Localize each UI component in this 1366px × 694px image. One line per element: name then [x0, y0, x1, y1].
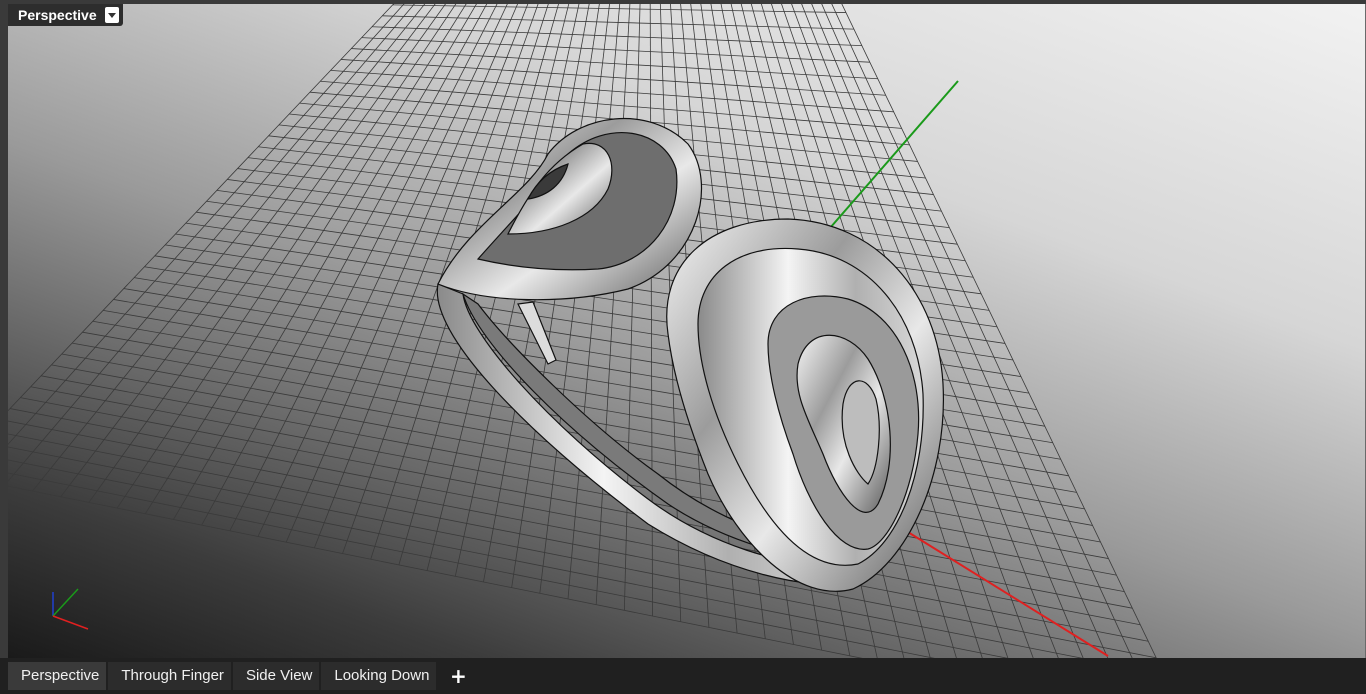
add-tab-button[interactable]: +	[444, 662, 472, 690]
viewport-title[interactable]: Perspective	[8, 4, 123, 26]
perspective-viewport[interactable]: Perspective	[8, 4, 1366, 658]
grid-line	[32, 4, 426, 492]
grid-line	[201, 4, 488, 526]
grid-line	[88, 4, 446, 503]
construction-grid	[8, 4, 1157, 658]
app-frame: Perspective Perspective Through Finger S…	[0, 0, 1366, 694]
grid-line	[595, 4, 631, 605]
ring-model[interactable]	[436, 117, 945, 592]
viewport-tab-bar: Perspective Through Finger Side View Loo…	[0, 658, 1366, 694]
x-axis-line	[902, 528, 1109, 657]
scene-canvas[interactable]	[8, 4, 1366, 658]
grid-line	[60, 4, 436, 497]
tab-side-view[interactable]: Side View	[232, 662, 320, 690]
viewport-title-label: Perspective	[18, 7, 97, 23]
tab-through-finger[interactable]: Through Finger	[108, 662, 231, 690]
world-axes-icon	[52, 588, 89, 630]
grid-line	[144, 4, 467, 514]
grid-line	[8, 4, 395, 412]
tab-looking-down[interactable]: Looking Down	[321, 662, 437, 690]
tab-perspective[interactable]: Perspective	[8, 662, 107, 690]
grid-line	[8, 4, 415, 482]
chevron-down-icon[interactable]	[104, 7, 119, 23]
grid-line	[8, 4, 405, 445]
grid-line	[623, 4, 641, 611]
